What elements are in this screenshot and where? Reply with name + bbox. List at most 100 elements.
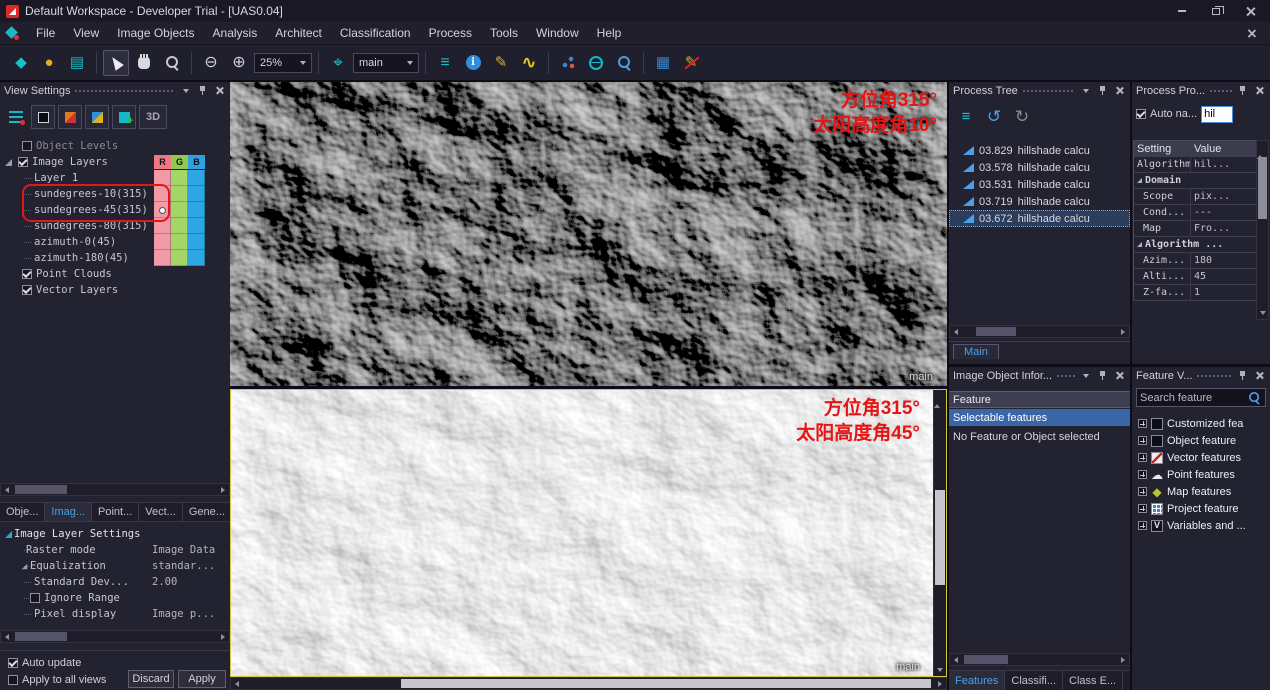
3d-view-button[interactable]: 3D [139,105,167,129]
tab-vector-layers[interactable]: Vect... [139,503,183,521]
settings-row[interactable]: Ignore Range [2,590,228,606]
expand-icon[interactable] [1138,436,1147,445]
discard-button[interactable]: Discard [128,670,174,688]
property-group-row[interactable]: Algorithm ... [1134,237,1257,253]
g-channel-cell[interactable] [171,186,188,202]
expander-icon[interactable] [5,159,12,166]
process-item[interactable]: 03.531hillshade calcu [949,176,1130,193]
scroll-thumb[interactable] [401,679,931,688]
view-settings-hscrollbar[interactable] [0,483,230,496]
image-layers-checkbox[interactable] [18,157,28,167]
layer-row[interactable]: sundegrees-10(315) [2,186,228,202]
property-row[interactable]: Z-fa...1 [1134,285,1257,301]
property-row[interactable]: Scopepix... [1134,189,1257,205]
b-channel-cell[interactable] [188,234,205,250]
expand-icon[interactable] [1138,419,1147,428]
property-row[interactable]: Azim...180 [1134,253,1257,269]
menu-view[interactable]: View [64,23,108,43]
feature-item-map[interactable]: ◆ Map features [1134,483,1268,500]
process-tree-hscrollbar[interactable] [949,325,1130,338]
menu-window[interactable]: Window [527,23,588,43]
tab-class-evaluation[interactable]: Class E... [1063,671,1123,690]
process-options-icon[interactable]: ≡ [955,105,977,127]
scroll-down-icon[interactable] [937,668,943,672]
expand-icon[interactable] [1138,521,1147,530]
tab-point-clouds[interactable]: Point... [92,503,139,521]
scroll-right-icon[interactable] [217,631,229,642]
menu-file[interactable]: File [27,23,64,43]
settings-row[interactable]: Equalization standar... [2,558,228,574]
tree-node-object-levels[interactable]: Object Levels [2,138,228,154]
scroll-thumb[interactable] [1258,157,1267,219]
minimize-button[interactable] [1168,3,1196,20]
image-layer-settings-header[interactable]: Image Layer Settings [2,526,228,542]
mix-layer-view-button[interactable] [85,105,109,129]
scroll-thumb[interactable] [976,327,1016,336]
select-cursor-icon[interactable] [103,50,129,76]
add-view-button[interactable]: + [112,105,136,129]
rgb-layer-view-button[interactable] [58,105,82,129]
feature-item-project[interactable]: Project feature [1134,500,1268,517]
feature-item-vector[interactable]: Vector features [1134,449,1268,466]
expand-icon[interactable] [1138,487,1147,496]
scroll-left-icon[interactable] [1,484,13,495]
property-row[interactable]: MapFro... [1134,221,1257,237]
auto-update-checkbox[interactable] [8,658,18,668]
scroll-right-icon[interactable] [217,484,229,495]
scroll-down-icon[interactable] [1260,311,1266,315]
g-channel-cell[interactable] [171,170,188,186]
viewport-hscrollbar[interactable] [230,677,947,690]
expand-icon[interactable] [1138,504,1147,513]
auto-name-checkbox[interactable] [1136,109,1146,119]
panel-menu-icon[interactable] [179,84,192,97]
select-samples-icon[interactable] [555,50,581,76]
settings-row[interactable]: Raster mode Image Data [2,542,228,558]
ioi-hscrollbar[interactable] [949,653,1130,666]
r-channel-cell[interactable] [154,218,171,234]
open-workspace-icon[interactable]: ● [36,50,62,76]
zoom-out-icon[interactable]: ⊖ [198,50,224,76]
r-channel-cell[interactable] [154,250,171,266]
tab-image-layers[interactable]: Imag... [45,503,92,521]
tab-general[interactable]: Gene... [183,503,230,521]
close-panel-icon[interactable] [1113,84,1126,97]
pin-icon[interactable] [1096,84,1109,97]
close-panel-icon[interactable] [213,84,226,97]
menu-image-objects[interactable]: Image Objects [108,23,203,43]
globe-navigation-icon[interactable] [583,50,609,76]
g-channel-cell[interactable] [171,250,188,266]
menu-architect[interactable]: Architect [266,23,331,43]
layer-row[interactable]: sundegrees-80(315) [2,218,228,234]
layer-row[interactable]: Layer 1 [2,170,228,186]
b-channel-cell[interactable] [188,186,205,202]
undo-icon[interactable]: ↺ [983,105,1005,127]
panel-menu-icon[interactable] [1079,84,1092,97]
process-item-selected[interactable]: 03.672hillshade calcu [949,210,1130,227]
scroll-right-icon[interactable] [1117,326,1129,337]
navigate-icon[interactable]: ⌖ [325,50,351,76]
scroll-left-icon[interactable] [950,326,962,337]
property-row[interactable]: Cond...--- [1134,205,1257,221]
menu-process[interactable]: Process [420,23,481,43]
new-workspace-icon[interactable]: ◆ [8,50,34,76]
settings-row[interactable]: Pixel display Image p... [2,606,228,622]
scroll-right-icon[interactable] [934,678,946,689]
b-channel-cell[interactable] [188,218,205,234]
export-results-icon[interactable]: ▤ [64,50,90,76]
view-select[interactable]: main [353,53,419,73]
layer-row-selected[interactable]: sundegrees-45(315) [2,202,228,218]
zoom-level-select[interactable]: 25% [254,53,312,73]
scroll-up-icon[interactable] [934,390,940,408]
point-clouds-checkbox[interactable] [22,269,32,279]
feature-item-customized[interactable]: Customized fea [1134,415,1268,432]
vector-layers-checkbox[interactable] [22,285,32,295]
expand-icon[interactable] [1138,470,1147,479]
menu-tools[interactable]: Tools [481,23,527,43]
object-levels-checkbox[interactable] [22,141,32,151]
layer-mixing-icon[interactable] [4,105,28,129]
info-icon[interactable]: i [460,50,486,76]
panel-menu-icon[interactable] [1079,369,1092,382]
close-button[interactable] [1236,3,1264,20]
g-channel-cell[interactable] [171,218,188,234]
expand-icon[interactable] [1138,453,1147,462]
